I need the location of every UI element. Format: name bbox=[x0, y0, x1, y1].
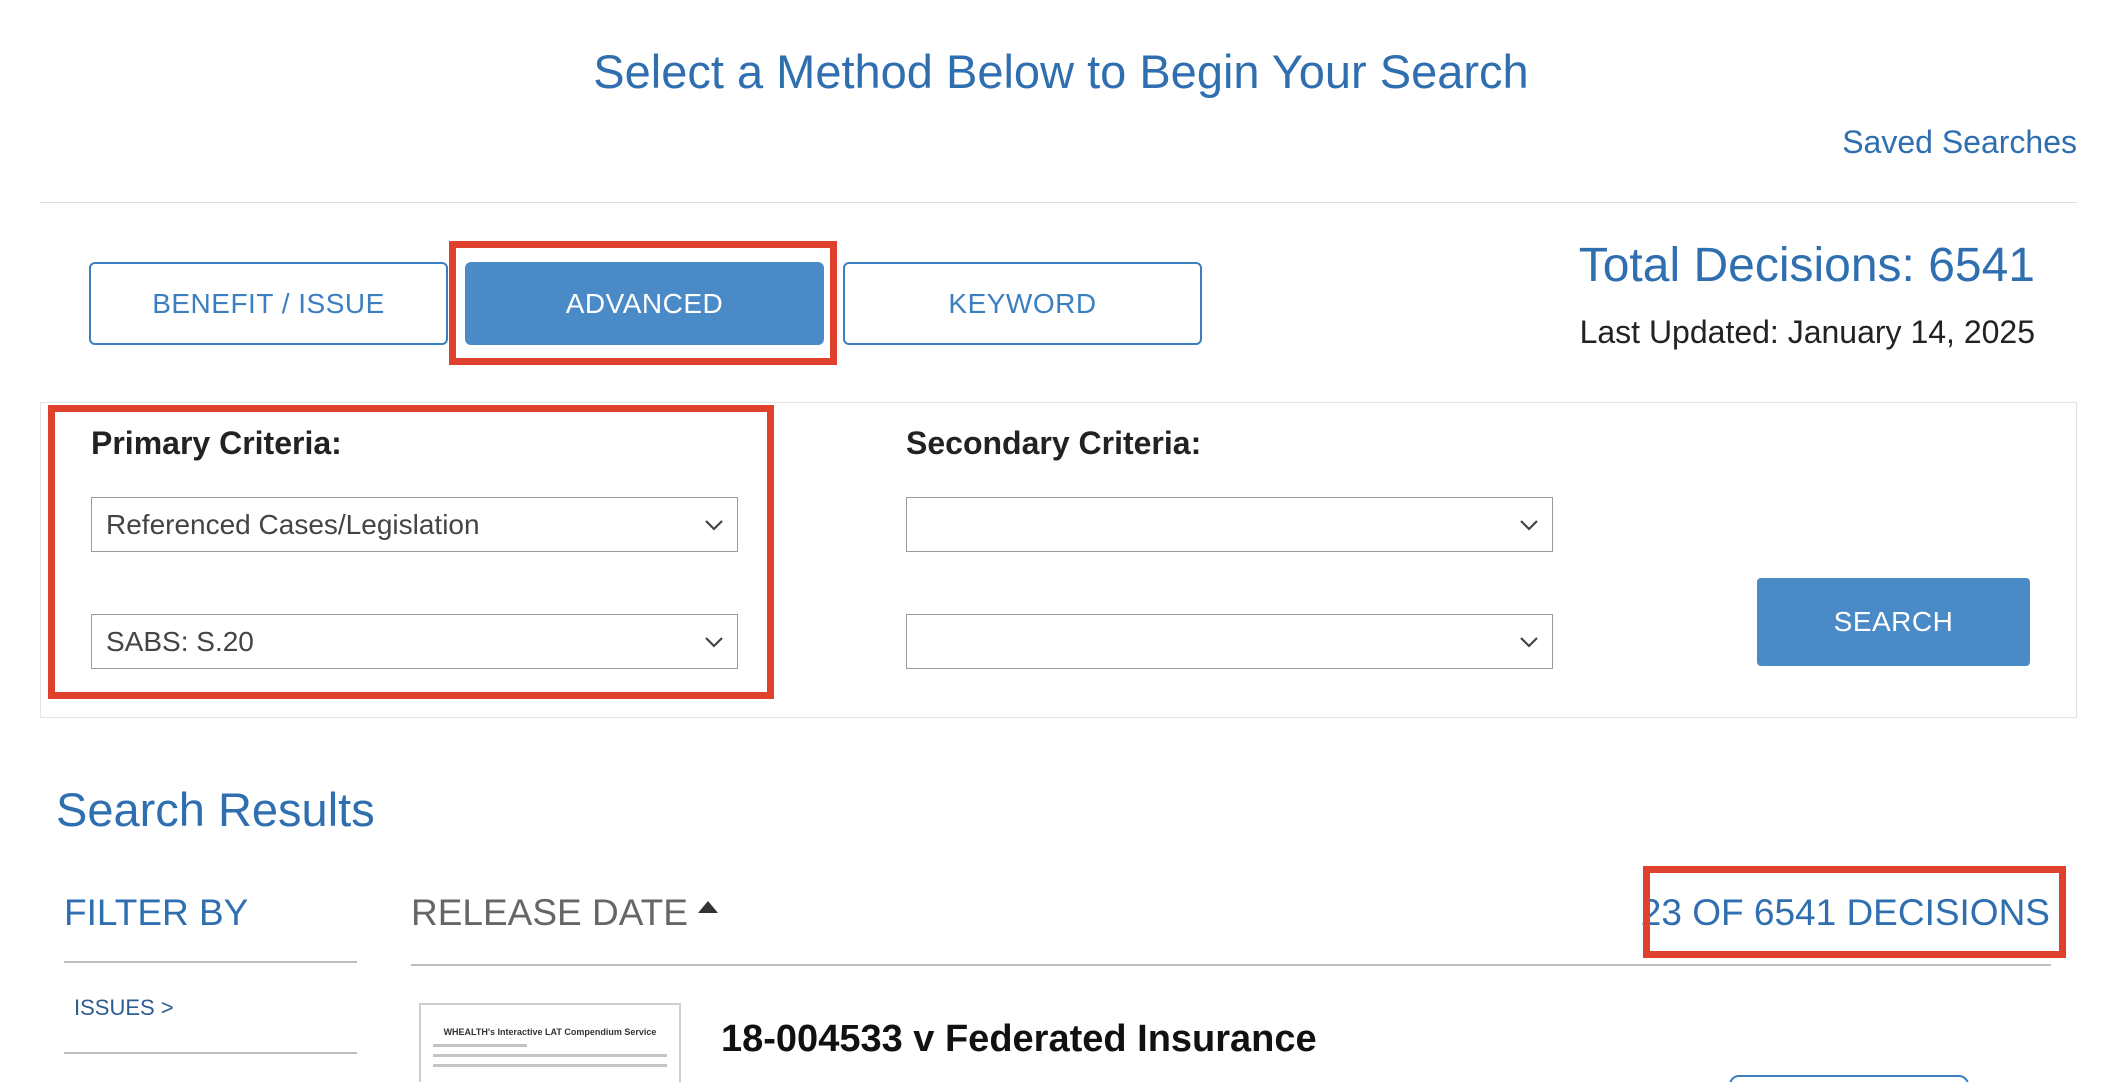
thumbnail-line bbox=[433, 1044, 527, 1047]
select-value: SABS: S.20 bbox=[106, 625, 254, 657]
page-title: Select a Method Below to Begin Your Sear… bbox=[593, 45, 1529, 98]
filter-divider bbox=[64, 1052, 357, 1054]
sort-label: RELEASE DATE bbox=[411, 892, 688, 933]
select-value: Referenced Cases/Legislation bbox=[106, 508, 480, 540]
total-decisions: Total Decisions: 6541 bbox=[1578, 239, 2035, 292]
secondary-criteria-select-1[interactable] bbox=[906, 497, 1553, 552]
thumbnail-line bbox=[433, 1064, 667, 1067]
search-page: Select a Method Below to Begin Your Sear… bbox=[0, 0, 2122, 1082]
filter-by-heading: FILTER BY bbox=[64, 892, 249, 933]
primary-criteria-select-2[interactable]: SABS: S.20 bbox=[91, 614, 738, 669]
tab-advanced[interactable]: ADVANCED bbox=[465, 262, 824, 345]
chevron-down-icon bbox=[1506, 614, 1552, 669]
secondary-criteria-select-2[interactable] bbox=[906, 614, 1553, 669]
tab-benefit-issue[interactable]: BENEFIT / ISSUE bbox=[89, 262, 448, 345]
saved-searches-link[interactable]: Saved Searches bbox=[1842, 124, 2077, 161]
decision-thumbnail[interactable]: WHEALTH's Interactive LAT Compendium Ser… bbox=[419, 1003, 681, 1082]
decision-title-link[interactable]: 18-004533 v Federated Insurance bbox=[721, 1018, 1317, 1061]
divider bbox=[40, 202, 2077, 203]
secondary-criteria-label: Secondary Criteria: bbox=[906, 425, 1202, 461]
primary-criteria-select-1[interactable]: Referenced Cases/Legislation bbox=[91, 497, 738, 552]
filter-divider bbox=[64, 961, 357, 963]
thumbnail-heading: WHEALTH's Interactive LAT Compendium Ser… bbox=[443, 1027, 657, 1037]
chevron-down-icon bbox=[691, 614, 737, 669]
results-divider bbox=[411, 964, 2051, 966]
tab-keyword[interactable]: KEYWORD bbox=[843, 262, 1202, 345]
filter-issues-link[interactable]: ISSUES > bbox=[74, 995, 174, 1021]
sort-release-date[interactable]: RELEASE DATE bbox=[411, 892, 718, 934]
results-count: 23 OF 6541 DECISIONS bbox=[1640, 892, 2050, 933]
caret-up-icon bbox=[697, 901, 718, 913]
primary-criteria-label: Primary Criteria: bbox=[91, 425, 342, 461]
thumbnail-line bbox=[433, 1054, 667, 1057]
search-results-title: Search Results bbox=[56, 783, 375, 836]
chevron-down-icon bbox=[1506, 497, 1552, 552]
search-button[interactable]: SEARCH bbox=[1757, 578, 2030, 666]
decision-action-button[interactable] bbox=[1729, 1075, 1969, 1082]
chevron-down-icon bbox=[691, 497, 737, 552]
last-updated: Last Updated: January 14, 2025 bbox=[1579, 314, 2035, 350]
